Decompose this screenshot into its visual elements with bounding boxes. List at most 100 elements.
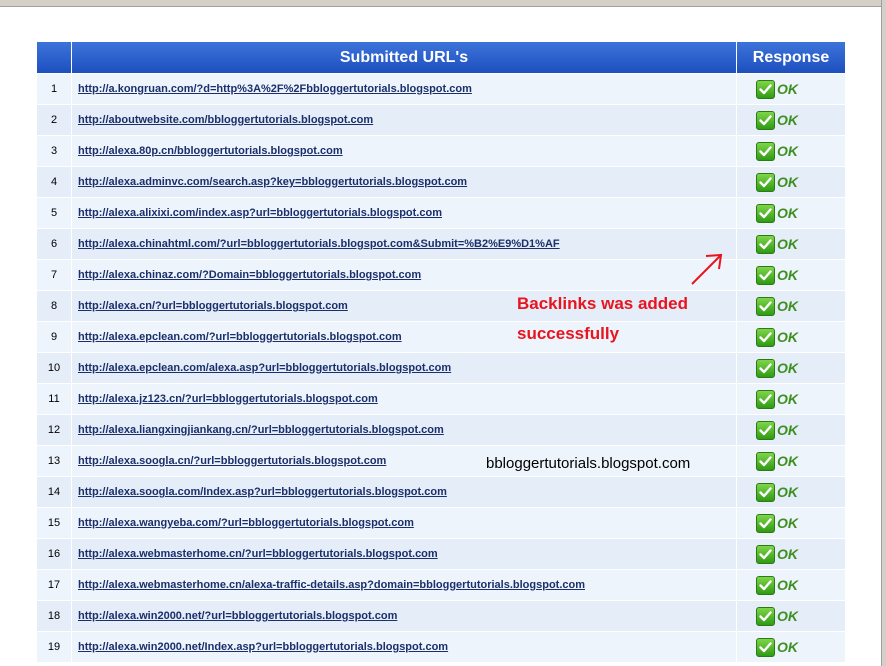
ok-label: OK	[777, 298, 798, 314]
row-number: 16	[37, 538, 72, 569]
url-cell: http://alexa.webmasterhome.cn/alexa-traf…	[72, 569, 737, 600]
response-cell: OK	[737, 104, 845, 135]
response-cell: OK	[737, 321, 845, 352]
status-ok: OK	[737, 606, 845, 626]
annotation-line-1: Backlinks was added	[517, 294, 689, 313]
response-cell: OK	[737, 383, 845, 414]
response-cell: OK	[737, 228, 845, 259]
row-number: 9	[37, 321, 72, 352]
submitted-url-link[interactable]: http://alexa.webmasterhome.cn/?url=bblog…	[78, 548, 438, 560]
submitted-url-link[interactable]: http://alexa.win2000.net/?url=bbloggertu…	[78, 610, 397, 622]
table-body: 1 http://a.kongruan.com/?d=http%3A%2F%2Fb…	[37, 73, 845, 662]
status-ok: OK	[737, 544, 845, 564]
ok-label: OK	[777, 81, 798, 97]
window-right-edge	[881, 0, 886, 666]
url-cell: http://alexa.alixixi.com/index.asp?url=b…	[72, 197, 737, 228]
url-cell: http://alexa.webmasterhome.cn/?url=bblog…	[72, 538, 737, 569]
url-cell: http://a.kongruan.com/?d=http%3A%2F%2Fbb…	[72, 73, 737, 104]
row-number: 11	[37, 383, 72, 414]
row-number: 10	[37, 352, 72, 383]
submitted-url-link[interactable]: http://alexa.soogla.com/Index.asp?url=bb…	[78, 486, 447, 498]
checkmark-icon	[756, 234, 775, 254]
header-index	[37, 42, 72, 73]
table-row: 2 http://aboutwebsite.com/bbloggertutoria…	[37, 104, 845, 135]
url-cell: http://alexa.adminvc.com/search.asp?key=…	[72, 166, 737, 197]
response-cell: OK	[737, 166, 845, 197]
submitted-url-link[interactable]: http://alexa.adminvc.com/search.asp?key=…	[78, 176, 467, 188]
status-ok: OK	[737, 358, 845, 378]
status-ok: OK	[737, 389, 845, 409]
row-number: 7	[37, 259, 72, 290]
header-submitted-urls: Submitted URL's	[72, 42, 737, 73]
checkmark-icon	[756, 420, 775, 440]
ok-label: OK	[777, 112, 798, 128]
table-row: 17 http://alexa.webmasterhome.cn/alexa-tr…	[37, 569, 845, 600]
url-cell: http://alexa.chinaz.com/?Domain=bblogger…	[72, 259, 737, 290]
checkmark-icon	[756, 265, 775, 285]
url-cell: http://alexa.jz123.cn/?url=bbloggertutor…	[72, 383, 737, 414]
checkmark-icon	[756, 172, 775, 192]
ok-label: OK	[777, 453, 798, 469]
ok-label: OK	[777, 267, 798, 283]
ok-label: OK	[777, 143, 798, 159]
ok-label: OK	[777, 484, 798, 500]
table-row: 14 http://alexa.soogla.com/Index.asp?url=…	[37, 476, 845, 507]
submitted-url-link[interactable]: http://aboutwebsite.com/bbloggertutorial…	[78, 114, 373, 126]
submitted-url-link[interactable]: http://alexa.liangxingjiankang.cn/?url=b…	[78, 424, 444, 436]
row-number: 6	[37, 228, 72, 259]
submitted-url-link[interactable]: http://alexa.cn/?url=bbloggertutorials.b…	[78, 300, 348, 312]
row-number: 12	[37, 414, 72, 445]
submitted-url-link[interactable]: http://alexa.alixixi.com/index.asp?url=b…	[78, 207, 442, 219]
checkmark-icon	[756, 575, 775, 595]
status-ok: OK	[737, 327, 845, 347]
table-row: 9 http://alexa.epclean.com/?url=bbloggert…	[37, 321, 845, 352]
checkmark-icon	[756, 327, 775, 347]
checkmark-icon	[756, 203, 775, 223]
checkmark-icon	[756, 79, 775, 99]
ok-label: OK	[777, 360, 798, 376]
table-row: 1 http://a.kongruan.com/?d=http%3A%2F%2Fb…	[37, 73, 845, 104]
submitted-url-link[interactable]: http://alexa.jz123.cn/?url=bbloggertutor…	[78, 393, 378, 405]
response-cell: OK	[737, 538, 845, 569]
submitted-url-link[interactable]: http://alexa.epclean.com/alexa.asp?url=b…	[78, 362, 451, 374]
table-row: 3 http://alexa.80p.cn/bbloggertutorials.b…	[37, 135, 845, 166]
response-cell: OK	[737, 73, 845, 104]
submitted-url-link[interactable]: http://alexa.epclean.com/?url=bbloggertu…	[78, 331, 402, 343]
response-cell: OK	[737, 600, 845, 631]
url-cell: http://alexa.soogla.com/Index.asp?url=bb…	[72, 476, 737, 507]
submitted-url-link[interactable]: http://alexa.chinaz.com/?Domain=bblogger…	[78, 269, 421, 281]
checkmark-icon	[756, 141, 775, 161]
table-row: 13 http://alexa.soogla.cn/?url=bbloggertu…	[37, 445, 845, 476]
submitted-url-link[interactable]: http://alexa.win2000.net/Index.asp?url=b…	[78, 641, 448, 653]
status-ok: OK	[737, 172, 845, 192]
status-ok: OK	[737, 141, 845, 161]
ok-label: OK	[777, 608, 798, 624]
response-cell: OK	[737, 197, 845, 228]
row-number: 13	[37, 445, 72, 476]
url-cell: http://alexa.win2000.net/?url=bbloggertu…	[72, 600, 737, 631]
table-header-row: Submitted URL's Response	[37, 42, 845, 73]
row-number: 14	[37, 476, 72, 507]
ok-label: OK	[777, 391, 798, 407]
url-cell: http://alexa.win2000.net/Index.asp?url=b…	[72, 631, 737, 662]
table-row: 19 http://alexa.win2000.net/Index.asp?url…	[37, 631, 845, 662]
ok-label: OK	[777, 422, 798, 438]
submitted-url-link[interactable]: http://a.kongruan.com/?d=http%3A%2F%2Fbb…	[78, 83, 472, 95]
table-row: 4 http://alexa.adminvc.com/search.asp?key…	[37, 166, 845, 197]
row-number: 8	[37, 290, 72, 321]
response-cell: OK	[737, 476, 845, 507]
submitted-url-link[interactable]: http://alexa.chinahtml.com/?url=bblogger…	[78, 238, 560, 250]
response-cell: OK	[737, 631, 845, 662]
checkmark-icon	[756, 358, 775, 378]
table-row: 5 http://alexa.alixixi.com/index.asp?url=…	[37, 197, 845, 228]
submitted-url-link[interactable]: http://alexa.webmasterhome.cn/alexa-traf…	[78, 579, 585, 591]
submitted-url-link[interactable]: http://alexa.soogla.cn/?url=bbloggertuto…	[78, 455, 386, 467]
row-number: 3	[37, 135, 72, 166]
row-number: 17	[37, 569, 72, 600]
checkmark-icon	[756, 296, 775, 316]
status-ok: OK	[737, 637, 845, 657]
submitted-url-link[interactable]: http://alexa.80p.cn/bbloggertutorials.bl…	[78, 145, 343, 157]
header-response: Response	[737, 42, 845, 73]
submitted-url-link[interactable]: http://alexa.wangyeba.com/?url=bbloggert…	[78, 517, 414, 529]
status-ok: OK	[737, 203, 845, 223]
